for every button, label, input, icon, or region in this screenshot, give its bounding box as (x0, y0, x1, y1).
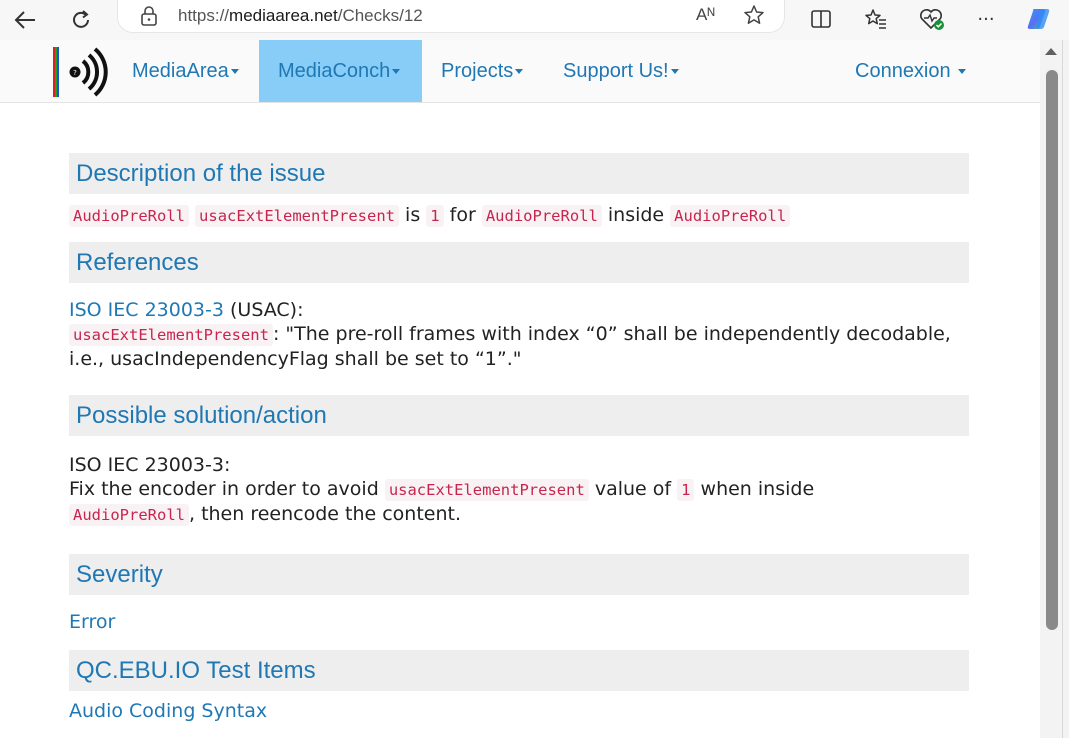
scrollbar-thumb[interactable] (1046, 70, 1058, 630)
description-text: AudioPreRoll usacExtElementPresent is 1 … (69, 203, 969, 228)
references-heading: References (69, 242, 969, 283)
code-audiopreroll: AudioPreRoll (481, 205, 602, 227)
check-content: Description of the issue AudioPreRoll us… (69, 153, 969, 723)
solution-heading: Possible solution/action (69, 395, 969, 436)
back-arrow-icon[interactable] (9, 4, 41, 36)
nav-connexion[interactable]: Connexion (855, 40, 967, 102)
scrollbar-divider (1062, 40, 1063, 738)
iso-reference-link[interactable]: ISO IEC 23003-3 (69, 299, 224, 321)
caret-down-icon (958, 69, 967, 75)
caret-down-icon (670, 69, 679, 75)
nav-support-us[interactable]: Support Us! (563, 40, 679, 102)
copilot-icon[interactable] (1024, 4, 1054, 34)
qc-test-item-link[interactable]: Audio Coding Syntax (69, 699, 969, 723)
references-text: ISO IEC 23003-3 (USAC): usacExtElementPr… (69, 299, 951, 370)
browser-essentials-icon[interactable] (917, 4, 947, 34)
code-audiopreroll: AudioPreRoll (69, 504, 189, 526)
nav-projects[interactable]: Projects (441, 40, 524, 102)
solution-text: ISO IEC 23003-3: Fix the encoder in orde… (69, 454, 815, 526)
severity-heading: Severity (69, 554, 969, 595)
scroll-up-arrow-icon[interactable] (1045, 48, 1057, 55)
description-heading: Description of the issue (69, 153, 969, 194)
code-audiopreroll: AudioPreRoll (670, 205, 791, 227)
code-value: 1 (426, 205, 444, 227)
caret-down-icon (392, 69, 401, 75)
read-aloud-icon[interactable]: Aᴺ (696, 5, 715, 25)
nav-mediaarea[interactable]: MediaArea (132, 40, 239, 102)
qc-heading: QC.EBU.IO Test Items (69, 650, 969, 691)
code-audiopreroll: AudioPreRoll (69, 205, 189, 227)
more-menu-icon[interactable]: ··· (971, 4, 1001, 34)
code-usacextelementpresent: usacExtElementPresent (69, 324, 273, 346)
browser-toolbar: https://mediaarea.net/Checks/12 Aᴺ ··· (0, 0, 1069, 40)
address-bar[interactable]: https://mediaarea.net/Checks/12 Aᴺ (117, 0, 785, 33)
caret-down-icon (230, 69, 239, 75)
split-screen-icon[interactable] (806, 4, 836, 34)
severity-value-link[interactable]: Error (69, 610, 969, 634)
favorite-star-icon[interactable] (743, 4, 765, 30)
caret-down-icon (515, 69, 524, 75)
nav-mediaconch[interactable]: MediaConch (259, 40, 422, 102)
url-text: https://mediaarea.net/Checks/12 (178, 6, 423, 25)
svg-text:?: ? (73, 69, 77, 77)
favorites-icon[interactable] (861, 4, 891, 34)
mediaarea-logo[interactable]: ? (53, 45, 109, 99)
code-usacextelementpresent: usacExtElementPresent (384, 479, 589, 501)
code-usacextelementpresent: usacExtElementPresent (195, 205, 399, 227)
site-navbar: ? MediaArea MediaConch Projects Support … (0, 40, 1040, 103)
lock-icon[interactable] (140, 6, 158, 30)
code-value: 1 (677, 479, 695, 501)
reload-icon[interactable] (65, 4, 97, 36)
